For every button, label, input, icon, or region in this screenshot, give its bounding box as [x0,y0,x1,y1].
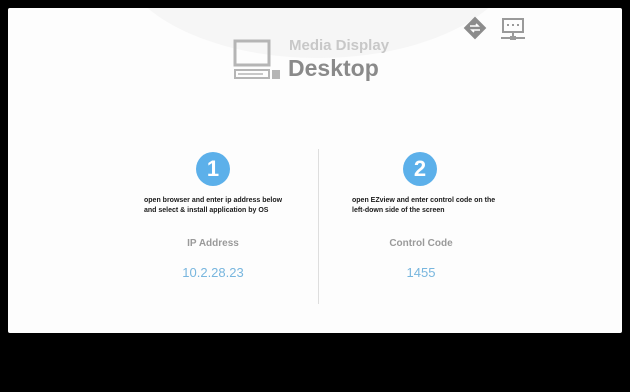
monitor-icon [233,39,280,79]
step-instruction: open browser and enter ip address below … [144,197,283,214]
step-number-badge: 1 [196,152,230,186]
screen: Media Display Desktop 1 open browser and… [0,0,630,392]
control-code-value: 1455 [406,265,436,280]
control-code-label: Control Code [389,238,453,249]
step-number-badge: 2 [403,152,437,186]
sync-icon[interactable] [462,15,488,41]
step-instruction: open EZview and enter control code on th… [352,197,496,214]
ip-address-label: IP Address [187,238,239,249]
page-title: Desktop [288,55,379,81]
column-divider [318,149,319,304]
step-control-code: 2 open EZview and enter control code on … [348,148,518,308]
network-icon[interactable] [498,18,528,42]
main-panel: Media Display Desktop 1 open browser and… [8,8,622,333]
step-ip-address: 1 open browser and enter ip address belo… [140,148,310,308]
header-subtitle: Media Display [289,37,390,54]
ip-address-value: 10.2.28.23 [182,265,244,280]
